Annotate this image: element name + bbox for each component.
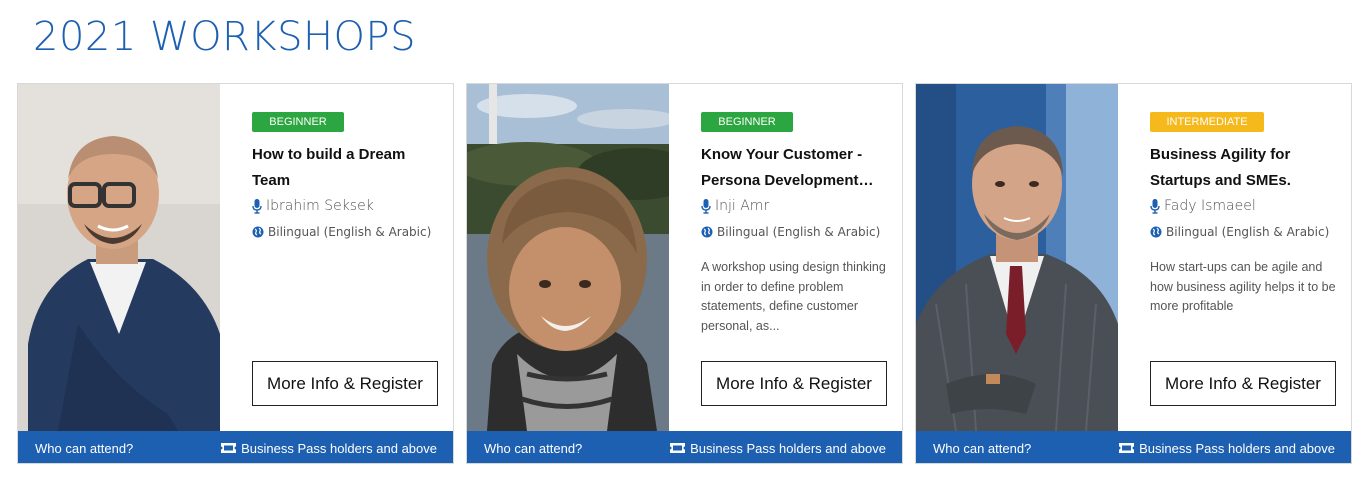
speaker-name: Fady Ismaeel — [1164, 198, 1256, 214]
language-label: Bilingual (English & Arabic) — [717, 225, 881, 239]
more-info-register-button[interactable]: More Info & Register — [1150, 361, 1336, 406]
pass-requirement: Business Pass holders and above — [241, 440, 437, 456]
attendance-footer: Who can attend? Business Pass holders an… — [916, 431, 1351, 463]
pass-requirement: Business Pass holders and above — [690, 440, 886, 456]
who-can-attend-label: Who can attend? — [484, 440, 583, 456]
speaker: Fady Ismaeel — [1150, 198, 1256, 214]
language: Bilingual (English & Arabic) — [1150, 225, 1329, 239]
more-info-register-button[interactable]: More Info & Register — [252, 361, 438, 406]
who-can-attend-label: Who can attend? — [933, 440, 1032, 456]
workshop-title[interactable]: How to build a Dream Team — [252, 142, 447, 194]
language-label: Bilingual (English & Arabic) — [1166, 225, 1330, 239]
globe-icon — [252, 226, 264, 238]
attendance-footer: Who can attend? Business Pass holders an… — [467, 431, 902, 463]
level-badge: INTERMEDIATE — [1150, 112, 1264, 132]
speaker-photo — [916, 84, 1118, 431]
workshop-description: A workshop using design thinking in orde… — [701, 260, 886, 333]
workshop-card: BEGINNER Know Your Customer - Persona De… — [466, 83, 903, 464]
speaker-name: Ibrahim Seksek — [266, 198, 374, 214]
language: Bilingual (English & Arabic) — [252, 225, 431, 239]
microphone-icon — [701, 198, 711, 214]
speaker-photo — [467, 84, 669, 431]
workshop-cards: BEGINNER How to build a Dream Team Ibrah… — [17, 83, 1352, 464]
workshop-card: BEGINNER How to build a Dream Team Ibrah… — [17, 83, 454, 464]
globe-icon — [1150, 226, 1162, 238]
workshop-title[interactable]: Know Your Customer - Persona Development… — [701, 142, 896, 194]
level-badge: BEGINNER — [252, 112, 344, 132]
globe-icon — [701, 226, 713, 238]
speaker: Ibrahim Seksek — [252, 198, 374, 214]
ticket-icon — [1119, 443, 1135, 453]
microphone-icon — [252, 198, 262, 214]
language-label: Bilingual (English & Arabic) — [268, 225, 432, 239]
speaker-photo — [18, 84, 220, 431]
speaker: Inji Amr — [701, 198, 769, 214]
page-title: 2021 WORKSHOPS — [33, 14, 417, 60]
workshop-description: How start-ups can be agile and how busin… — [1150, 260, 1336, 313]
microphone-icon — [1150, 198, 1160, 214]
ticket-icon — [670, 443, 686, 453]
level-badge: BEGINNER — [701, 112, 793, 132]
attendance-footer: Who can attend? Business Pass holders an… — [18, 431, 453, 463]
workshop-title[interactable]: Business Agility for Startups and SMEs. — [1150, 142, 1345, 194]
pass-requirement: Business Pass holders and above — [1139, 440, 1335, 456]
more-info-register-button[interactable]: More Info & Register — [701, 361, 887, 406]
speaker-name: Inji Amr — [715, 198, 770, 214]
language: Bilingual (English & Arabic) — [701, 225, 880, 239]
workshop-card: INTERMEDIATE Business Agility for Startu… — [915, 83, 1352, 464]
who-can-attend-label: Who can attend? — [35, 440, 134, 456]
ticket-icon — [221, 443, 237, 453]
